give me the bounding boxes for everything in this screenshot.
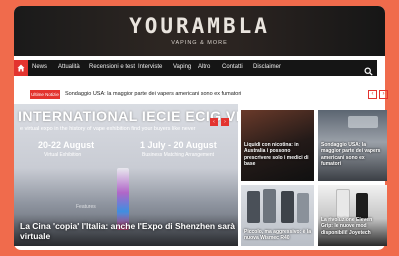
card-3-title[interactable]: Piccolo, ma aggressivo: è la nuova Wisme… <box>244 229 312 242</box>
news-card-3[interactable]: Piccolo, ma aggressivo: è la nuova Wisme… <box>241 185 314 246</box>
hero-date-1-label: Virtual Exhibition <box>44 152 82 158</box>
site-header: YOURAMBLA VAPING & MORE <box>14 6 385 56</box>
hero-date-1: 20-22 August <box>38 140 95 150</box>
news-card-4[interactable]: La rivoluzione Eleven Grip: le nuove mod… <box>318 185 387 246</box>
nav-item-recensioni[interactable]: Recensioni e test <box>89 64 135 70</box>
nav-item-contatti[interactable]: Contatti <box>222 64 243 70</box>
ticker-prev-button[interactable]: ‹ <box>368 90 377 99</box>
hero-next-button[interactable]: › <box>221 118 229 126</box>
site-tagline: VAPING & MORE <box>171 40 228 46</box>
site-logo[interactable]: YOURAMBLA <box>14 14 385 38</box>
hero-banner-subtitle: e virtual expo in the history of vape ex… <box>20 126 196 132</box>
hero-slider[interactable]: INTERNATIONAL IECIE ECIG VI e virtual ex… <box>14 104 238 246</box>
card-3-device-3 <box>281 191 294 223</box>
card-4-device-2 <box>356 193 368 219</box>
card-2-image <box>348 116 378 128</box>
card-3-device-1 <box>247 191 260 223</box>
card-2-title[interactable]: Sondaggio USA: la maggior parte dei vape… <box>321 142 385 167</box>
ticker-headline[interactable]: Sondaggio USA: la maggior parte dei vape… <box>65 91 241 97</box>
news-card-1[interactable]: Liquidi con nicotina: in Australia i pos… <box>241 110 314 181</box>
ticker-next-button[interactable]: › <box>379 90 388 99</box>
nav-item-interviste[interactable]: Interviste <box>138 64 162 70</box>
card-3-device-4 <box>297 193 309 223</box>
card-3-device-2 <box>263 189 276 223</box>
ticker-badge: Ultime Notizie <box>30 90 60 99</box>
hero-watermark: Features <box>76 204 96 210</box>
search-icon <box>364 67 373 76</box>
news-card-2[interactable]: Sondaggio USA: la maggior parte dei vape… <box>318 110 387 181</box>
hero-date-2: 1 July - 20 August <box>140 140 217 150</box>
hero-banner-title: INTERNATIONAL IECIE ECIG VI <box>18 108 238 124</box>
card-1-title[interactable]: Liquidi con nicotina: in Australia i pos… <box>244 142 312 167</box>
main-nav: News Attualità Recensioni e test Intervi… <box>14 60 377 76</box>
hero-caption[interactable]: La Cina 'copia' l'Italia: anche l'Expo d… <box>20 221 235 241</box>
nav-item-news[interactable]: News <box>32 64 47 70</box>
nav-item-altro[interactable]: Altro <box>198 64 210 70</box>
home-button[interactable] <box>14 60 28 76</box>
nav-item-vaping[interactable]: Vaping <box>173 64 191 70</box>
card-4-title[interactable]: La rivoluzione Eleven Grip: le nuove mod… <box>321 217 385 236</box>
home-icon <box>17 64 25 72</box>
card-4-device-1 <box>336 189 350 219</box>
search-button[interactable] <box>364 63 373 81</box>
hero-prev-button[interactable]: ‹ <box>210 118 218 126</box>
nav-item-attualita[interactable]: Attualità <box>58 64 80 70</box>
hero-date-2-label: Business Matching Arrangement <box>142 152 214 158</box>
nav-item-disclaimer[interactable]: Disclaimer <box>253 64 281 70</box>
